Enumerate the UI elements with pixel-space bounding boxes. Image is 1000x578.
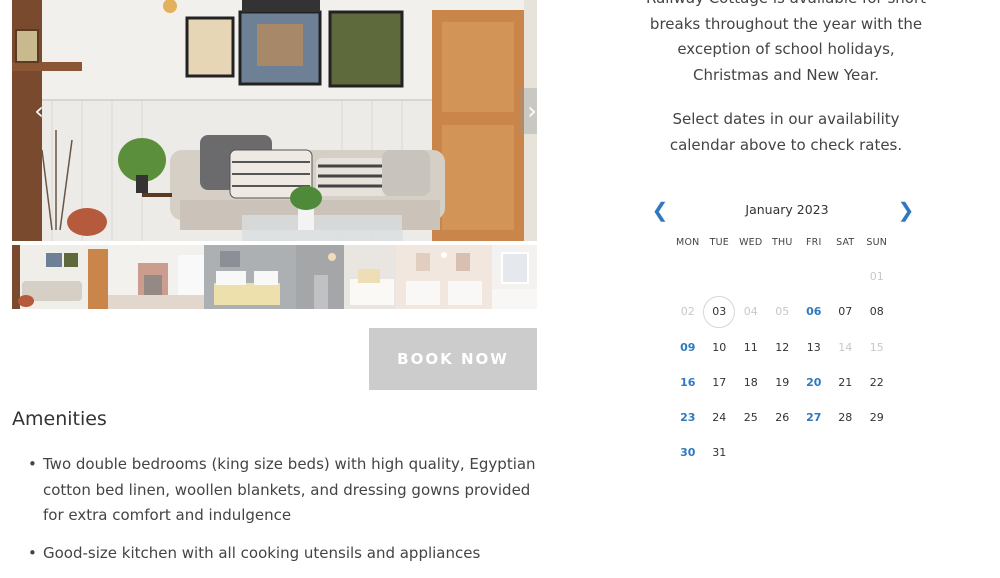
gallery-prev-button[interactable]: ‹ — [26, 88, 52, 134]
calendar-day[interactable]: 09 — [672, 330, 704, 365]
calendar-day: 04 — [743, 305, 758, 319]
calendar-empty-cell — [861, 435, 893, 470]
calendar-day[interactable]: 07 — [830, 294, 862, 329]
calendar-day[interactable]: 10 — [704, 330, 736, 365]
list-item: • Two double bedrooms (king size beds) wi… — [28, 452, 543, 529]
calendar-day[interactable]: 18 — [735, 365, 767, 400]
gallery-main-photo[interactable]: ‹ › — [12, 0, 537, 241]
calendar-empty-cell — [798, 259, 830, 294]
bullet-icon: • — [28, 455, 37, 473]
calendar-month-title: January 2023 — [745, 202, 829, 217]
calendar-day-today[interactable]: 03 — [704, 294, 736, 329]
calendar-weekday-row: MON TUE WED THU FRI SAT SUN — [672, 237, 928, 248]
calendar-day[interactable]: 17 — [704, 365, 736, 400]
thumbnail-living-room[interactable] — [12, 245, 108, 309]
weekday-label: FRI — [806, 237, 822, 248]
weekday-label: THU — [772, 237, 793, 248]
calendar-week-row: 02 03 04 05 06 07 08 — [672, 294, 928, 329]
calendar-day[interactable]: 08 — [861, 294, 893, 329]
thumbnail-bedroom-dark[interactable] — [296, 245, 344, 309]
calendar-day[interactable]: 06 — [798, 294, 830, 329]
thumbnail-bedroom-twin[interactable] — [396, 245, 492, 309]
gallery-next-button[interactable]: › — [519, 88, 537, 134]
thumbnail-bedroom-yellow[interactable] — [204, 245, 296, 309]
calendar-instructions: Select dates in our availability calenda… — [669, 110, 903, 154]
calendar-day[interactable]: 16 — [672, 365, 704, 400]
calendar-empty-cell — [830, 435, 862, 470]
calendar-empty-cell — [767, 259, 799, 294]
calendar-day: 15 — [869, 340, 884, 354]
amenities-list: • Two double bedrooms (king size beds) wi… — [28, 452, 543, 578]
calendar-day[interactable]: 21 — [830, 365, 862, 400]
calendar-day[interactable]: 27 — [798, 400, 830, 435]
gallery-thumbnails — [12, 245, 537, 309]
availability-info: Railway Cottage is available for short b… — [640, 0, 932, 177]
calendar-day[interactable]: 23 — [672, 400, 704, 435]
calendar-day[interactable]: 25 — [735, 400, 767, 435]
calendar-day: 01 — [869, 270, 884, 283]
amenity-text: Two double bedrooms (king size beds) wit… — [43, 455, 536, 524]
calendar-empty-cell — [735, 435, 767, 470]
thumbnail-bedroom-white[interactable] — [344, 245, 396, 309]
living-room-photo — [12, 0, 537, 241]
calendar-header: ❮ January 2023 ❯ — [646, 196, 928, 224]
bullet-icon: • — [28, 543, 37, 562]
calendar-day[interactable]: 22 — [861, 365, 893, 400]
calendar-day[interactable]: 31 — [704, 435, 736, 470]
calendar-next-button[interactable]: ❯ — [894, 196, 918, 224]
calendar-day[interactable]: 30 — [672, 435, 704, 470]
availability-text: Railway Cottage is available for short b… — [646, 0, 926, 84]
availability-calendar: ❮ January 2023 ❯ MON TUE WED THU FRI SAT… — [646, 196, 928, 471]
chevron-left-icon: ‹ — [34, 97, 44, 125]
calendar-day[interactable]: 19 — [767, 365, 799, 400]
calendar-day[interactable]: 20 — [798, 365, 830, 400]
calendar-week-row: 30 31 — [672, 435, 928, 470]
calendar-day[interactable]: 24 — [704, 400, 736, 435]
calendar-day: 05 — [775, 305, 790, 319]
calendar-grid: 01 02 03 04 05 06 07 08 09 10 11 12 13 14 15 16 17 18 19 20… — [646, 259, 928, 471]
calendar-day: 02 — [680, 305, 695, 319]
calendar-empty-cell — [704, 259, 736, 294]
calendar-day[interactable]: 12 — [767, 330, 799, 365]
calendar-empty-cell — [672, 259, 704, 294]
weekday-label: SUN — [866, 237, 888, 248]
weekday-label: MON — [676, 237, 700, 248]
calendar-day[interactable]: 29 — [861, 400, 893, 435]
chevron-right-icon: › — [527, 97, 537, 125]
calendar-day: 14 — [838, 340, 853, 354]
thumbnail-window-room[interactable] — [492, 245, 537, 309]
amenities-heading: Amenities — [12, 408, 107, 430]
list-item: • Good-size kitchen with all cooking uten… — [28, 541, 543, 567]
calendar-week-row: 01 — [672, 259, 928, 294]
weekday-label: WED — [739, 237, 763, 248]
calendar-day[interactable]: 26 — [767, 400, 799, 435]
thumbnail-fireplace-room[interactable] — [108, 245, 204, 309]
calendar-week-row: 16 17 18 19 20 21 22 — [672, 365, 928, 400]
weekday-label: SAT — [836, 237, 855, 248]
book-now-button[interactable]: BOOK NOW — [369, 328, 537, 390]
weekday-label: TUE — [709, 237, 729, 248]
calendar-empty-cell — [830, 259, 862, 294]
calendar-day[interactable]: 13 — [798, 330, 830, 365]
calendar-week-row: 23 24 25 26 27 28 29 — [672, 400, 928, 435]
calendar-day[interactable]: 11 — [735, 330, 767, 365]
calendar-empty-cell — [798, 435, 830, 470]
amenity-text: Good-size kitchen with all cooking utens… — [43, 543, 481, 562]
calendar-empty-cell — [767, 435, 799, 470]
chevron-right-icon: ❯ — [897, 199, 915, 222]
calendar-day[interactable]: 28 — [830, 400, 862, 435]
calendar-week-row: 09 10 11 12 13 14 15 — [672, 330, 928, 365]
calendar-empty-cell — [735, 259, 767, 294]
